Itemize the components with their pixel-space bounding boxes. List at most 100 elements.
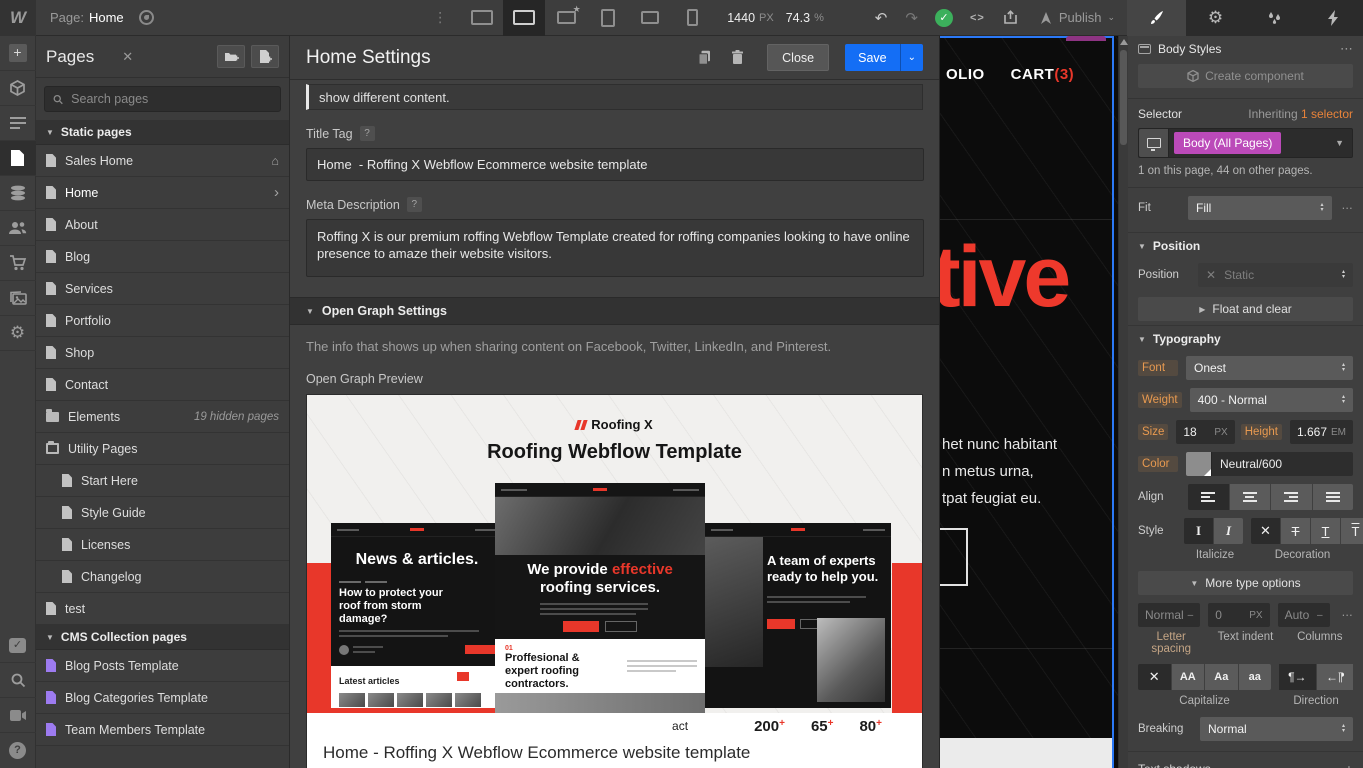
breakpoint-phone[interactable] xyxy=(671,0,713,36)
page-row-shop[interactable]: Shop xyxy=(36,337,289,369)
panel-menu-icon[interactable]: ⋯ xyxy=(1340,41,1353,57)
tab-interactions[interactable] xyxy=(1245,0,1304,36)
tab-styles[interactable] xyxy=(1127,0,1186,36)
assets-icon[interactable] xyxy=(0,281,36,316)
users-icon[interactable] xyxy=(0,211,36,246)
text-indent-input[interactable]: 0PX xyxy=(1208,603,1269,627)
size-input[interactable]: 18PX xyxy=(1176,420,1234,444)
direction-ltr-button[interactable]: ¶→ xyxy=(1279,664,1315,690)
undo-icon[interactable]: ↶ xyxy=(866,9,897,27)
design-canvas[interactable]: OLIO CART(3) tive het nunc habitant n me… xyxy=(940,36,1118,768)
direction-rtl-button[interactable]: ¶→ xyxy=(1317,664,1353,690)
close-button[interactable]: Close xyxy=(767,44,829,71)
page-row-sales-home[interactable]: Sales Home⌂ xyxy=(36,145,289,177)
breakpoint-desktop-large[interactable] xyxy=(461,0,503,36)
settings-icon[interactable]: ⚙ xyxy=(0,316,36,351)
search-pages-input[interactable] xyxy=(69,91,272,107)
fit-options-icon[interactable]: ⋯ xyxy=(1342,201,1354,215)
font-select[interactable]: Onest▴▾ xyxy=(1186,356,1353,380)
columns-options-icon[interactable]: ⋯ xyxy=(1342,608,1354,622)
chevron-right-icon[interactable]: › xyxy=(274,184,279,201)
help-badge-icon[interactable]: ? xyxy=(407,197,422,212)
decoration-none-button[interactable]: ✕ xyxy=(1251,518,1280,544)
page-row-blog-posts-template[interactable]: Blog Posts Template xyxy=(36,650,289,682)
typography-section-header[interactable]: ▼Typography xyxy=(1128,325,1363,352)
more-options-icon[interactable]: ⋮ xyxy=(419,9,461,26)
webflow-logo[interactable]: W xyxy=(0,0,36,36)
lowercase-button[interactable]: aa xyxy=(1239,664,1272,690)
page-row-home[interactable]: Home› xyxy=(36,177,289,209)
breakpoint-tablet-landscape[interactable] xyxy=(629,0,671,36)
tab-page-settings[interactable] xyxy=(1304,0,1363,36)
element-tag-label[interactable] xyxy=(1066,36,1106,41)
overline-button[interactable]: T xyxy=(1341,518,1363,544)
cms-pages-section[interactable]: ▼ CMS Collection pages xyxy=(36,625,289,650)
navigator-icon[interactable] xyxy=(0,106,36,141)
close-panel-icon[interactable]: ✕ xyxy=(122,49,133,65)
capitalize-none-button[interactable]: ✕ xyxy=(1138,664,1171,690)
fit-select[interactable]: Fill▴▾ xyxy=(1188,196,1332,220)
audit-icon[interactable]: ✓ xyxy=(0,628,36,663)
hero-headline-partial[interactable]: tive xyxy=(940,228,1068,327)
current-page-selector[interactable]: Page: Home xyxy=(36,10,168,25)
height-input[interactable]: 1.667EM xyxy=(1290,420,1353,444)
columns-input[interactable]: Auto– xyxy=(1278,603,1330,627)
static-pages-section[interactable]: ▼ Static pages xyxy=(36,120,289,145)
italic-off-button[interactable]: I xyxy=(1184,518,1213,544)
breakpoint-indicator-button[interactable] xyxy=(1139,129,1169,157)
breakpoint-desktop[interactable] xyxy=(503,0,545,36)
capitalize-button[interactable]: Aa xyxy=(1205,664,1238,690)
page-row-start-here[interactable]: Start Here xyxy=(36,465,289,497)
page-row-portfolio[interactable]: Portfolio xyxy=(36,305,289,337)
export-code-icon[interactable]: <> xyxy=(961,12,994,24)
inheritance-info[interactable]: Inheriting 1 selector xyxy=(1248,107,1353,121)
outlined-button-partial[interactable] xyxy=(940,528,968,586)
hero-paragraph-partial[interactable]: het nunc habitant n metus urna, tpat feu… xyxy=(942,431,1057,512)
page-row-services[interactable]: Services xyxy=(36,273,289,305)
components-icon[interactable] xyxy=(0,71,36,106)
page-row-team-members-template[interactable]: Team Members Template xyxy=(36,714,289,746)
video-tutorials-icon[interactable] xyxy=(0,698,36,733)
canvas-dimensions[interactable]: 1440 PX 74.3 % xyxy=(713,11,838,25)
pages-icon[interactable] xyxy=(0,141,36,176)
page-row-about[interactable]: About xyxy=(36,209,289,241)
save-button[interactable]: Save ⌄ xyxy=(845,44,923,71)
text-color-picker[interactable]: Neutral/600 xyxy=(1186,452,1353,476)
new-page-button[interactable] xyxy=(251,45,279,68)
canvas-scrollbar[interactable] xyxy=(1118,36,1128,768)
folder-row-utility-pages[interactable]: Utility Pages xyxy=(36,433,289,465)
page-row-contact[interactable]: Contact xyxy=(36,369,289,401)
align-right-button[interactable] xyxy=(1271,484,1312,510)
align-center-button[interactable] xyxy=(1230,484,1271,510)
preview-icon[interactable] xyxy=(139,10,154,25)
ecommerce-icon[interactable] xyxy=(0,246,36,281)
share-icon[interactable] xyxy=(994,10,1027,25)
new-folder-button[interactable] xyxy=(217,45,245,68)
scrollbar-thumb[interactable] xyxy=(1120,50,1127,145)
float-and-clear-toggle[interactable]: ▶Float and clear xyxy=(1138,297,1353,321)
position-select[interactable]: ✕Static▴▾ xyxy=(1198,263,1353,287)
align-justify-button[interactable] xyxy=(1313,484,1354,510)
open-graph-section-header[interactable]: ▼ Open Graph Settings xyxy=(290,297,939,325)
nav-portfolio-partial[interactable]: OLIO xyxy=(946,66,985,83)
underline-button[interactable]: T xyxy=(1311,518,1340,544)
more-type-options-toggle[interactable]: ▼More type options xyxy=(1138,571,1353,595)
nav-cart-link[interactable]: CART(3) xyxy=(1011,66,1075,83)
page-row-test[interactable]: test xyxy=(36,593,289,625)
weight-select[interactable]: 400 - Normal▴▾ xyxy=(1190,388,1353,412)
meta-description-textarea[interactable]: Roffing X is our premium roffing Webflow… xyxy=(306,219,924,277)
align-left-button[interactable] xyxy=(1188,484,1229,510)
search-icon[interactable] xyxy=(0,663,36,698)
selector-field[interactable]: Body (All Pages) ▼ xyxy=(1138,128,1353,158)
page-row-blog[interactable]: Blog xyxy=(36,241,289,273)
position-section-header[interactable]: ▼Position xyxy=(1128,232,1363,259)
pages-search[interactable] xyxy=(44,86,281,112)
create-component-button[interactable]: Create component xyxy=(1138,64,1353,88)
page-row-changelog[interactable]: Changelog xyxy=(36,561,289,593)
redo-icon[interactable]: ↷ xyxy=(896,9,927,27)
strikethrough-button[interactable]: T xyxy=(1281,518,1310,544)
help-badge-icon[interactable]: ? xyxy=(360,126,375,141)
chevron-down-icon[interactable]: ▼ xyxy=(1335,138,1344,148)
white-section-partial[interactable] xyxy=(940,738,1114,768)
page-row-licenses[interactable]: Licenses xyxy=(36,529,289,561)
